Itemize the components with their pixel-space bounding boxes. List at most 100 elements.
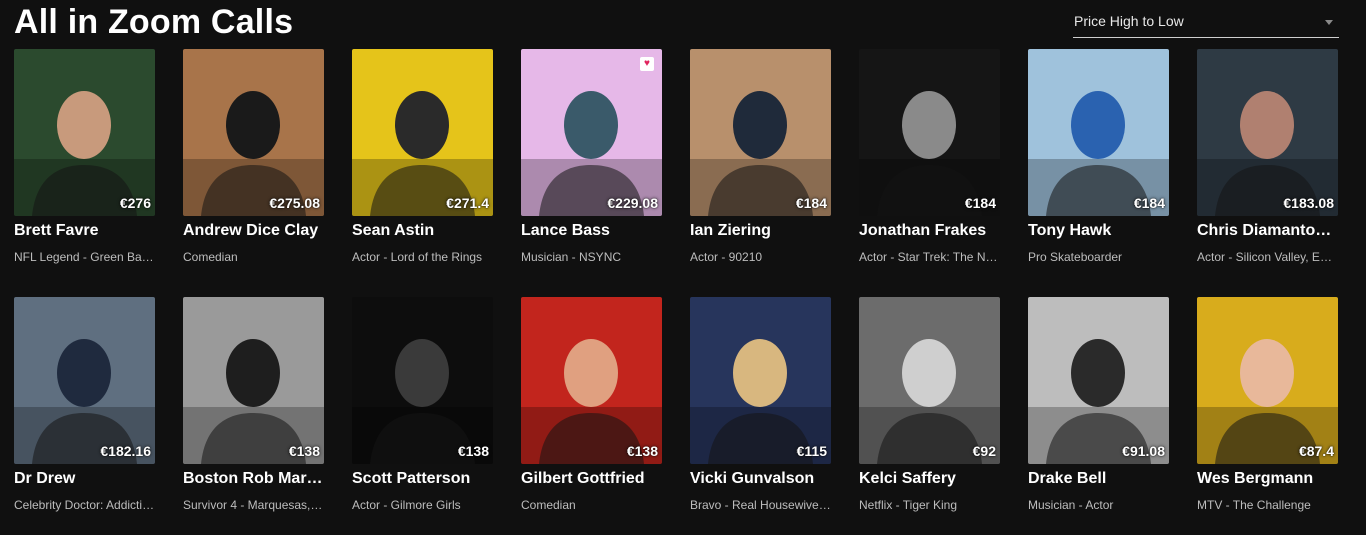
talent-card[interactable]: €183.08 Chris Diamantopoulos Actor - Silic…	[1197, 49, 1338, 283]
talent-description: Comedian	[183, 250, 238, 264]
talent-card[interactable]: €184 Tony Hawk Pro Skateboarder	[1028, 49, 1169, 283]
price-label: €138	[288, 443, 320, 459]
price-label: €184	[964, 195, 996, 211]
talent-name[interactable]: Scott Patterson	[352, 469, 493, 489]
talent-description: Musician - NSYNC	[521, 250, 622, 264]
talent-description: Actor - Gilmore Girls	[352, 498, 461, 512]
price-label: €115	[796, 443, 827, 459]
portrait-image	[14, 49, 155, 216]
portrait-image	[521, 297, 662, 464]
portrait-image	[521, 49, 662, 216]
portrait-image	[690, 49, 831, 216]
portrait-image	[352, 297, 493, 464]
talent-name[interactable]: Kelci Saffery	[859, 469, 1000, 489]
price-label: €138	[626, 443, 658, 459]
talent-photo[interactable]: €182.16	[14, 297, 155, 464]
portrait-image	[859, 297, 1000, 464]
talent-photo[interactable]: €184	[690, 49, 831, 216]
talent-grid: €276 Brett Favre NFL Legend - Green Bay Pa…	[14, 49, 1340, 531]
price-label: €182.16	[100, 443, 151, 459]
talent-photo[interactable]: ♥ €229.08	[521, 49, 662, 216]
talent-card[interactable]: ♥ €229.08 Lance Bass Musician - NSYNC	[521, 49, 662, 283]
talent-photo[interactable]: €92	[859, 297, 1000, 464]
talent-card[interactable]: €138 Gilbert Gottfried Comedian	[521, 297, 662, 531]
talent-description: Actor - Lord of the Rings	[352, 250, 483, 264]
talent-description: Actor - Star Trek: The Next Generation	[859, 250, 1000, 264]
portrait-image	[1197, 297, 1338, 464]
talent-name[interactable]: Jonathan Frakes	[859, 221, 1000, 241]
talent-name[interactable]: Drake Bell	[1028, 469, 1169, 489]
talent-name[interactable]: Dr Drew	[14, 469, 155, 489]
price-label: €229.08	[607, 195, 658, 211]
talent-card[interactable]: €271.4 Sean Astin Actor - Lord of the Ring…	[352, 49, 493, 283]
price-label: €184	[1133, 195, 1165, 211]
portrait-image	[183, 297, 324, 464]
talent-photo[interactable]: €275.08	[183, 49, 324, 216]
talent-photo[interactable]: €115	[690, 297, 831, 464]
portrait-image	[183, 49, 324, 216]
talent-name[interactable]: Wes Bergmann	[1197, 469, 1338, 489]
price-label: €92	[972, 443, 996, 459]
talent-card[interactable]: €87.4 Wes Bergmann MTV - The Challenge	[1197, 297, 1338, 531]
talent-name[interactable]: Ian Ziering	[690, 221, 831, 241]
price-label: €91.08	[1122, 443, 1165, 459]
talent-photo[interactable]: €138	[183, 297, 324, 464]
talent-card[interactable]: €184 Jonathan Frakes Actor - Star Trek: Th…	[859, 49, 1000, 283]
talent-name[interactable]: Vicki Gunvalson	[690, 469, 831, 489]
talent-photo[interactable]: €184	[859, 49, 1000, 216]
talent-card[interactable]: €91.08 Drake Bell Musician - Actor	[1028, 297, 1169, 531]
talent-photo[interactable]: €138	[352, 297, 493, 464]
talent-name[interactable]: Tony Hawk	[1028, 221, 1169, 241]
talent-card[interactable]: €138 Scott Patterson Actor - Gilmore Girls	[352, 297, 493, 531]
portrait-image	[690, 297, 831, 464]
talent-card[interactable]: €115 Vicki Gunvalson Bravo - Real Housewiv…	[690, 297, 831, 531]
page: All in Zoom Calls Price High to Low €276…	[0, 0, 1366, 535]
heart-icon[interactable]: ♥	[640, 57, 654, 71]
talent-description: NFL Legend - Green Bay Packers	[14, 250, 155, 264]
talent-description: Actor - 90210	[690, 250, 763, 264]
talent-name[interactable]: Sean Astin	[352, 221, 493, 241]
page-title: All in Zoom Calls	[14, 3, 294, 41]
talent-card[interactable]: €276 Brett Favre NFL Legend - Green Bay Pa…	[14, 49, 155, 283]
portrait-image	[859, 49, 1000, 216]
portrait-image	[14, 297, 155, 464]
talent-card[interactable]: €184 Ian Ziering Actor - 90210	[690, 49, 831, 283]
talent-description: MTV - The Challenge	[1197, 498, 1311, 512]
talent-photo[interactable]: €183.08	[1197, 49, 1338, 216]
price-label: €276	[119, 195, 151, 211]
sort-select[interactable]: Price High to Low	[1073, 8, 1339, 38]
talent-name[interactable]: Gilbert Gottfried	[521, 469, 662, 489]
portrait-image	[1028, 297, 1169, 464]
talent-photo[interactable]: €138	[521, 297, 662, 464]
talent-name[interactable]: Lance Bass	[521, 221, 662, 241]
talent-name[interactable]: Chris Diamantopoulos	[1197, 221, 1338, 241]
talent-name[interactable]: Andrew Dice Clay	[183, 221, 324, 241]
talent-description: Actor - Silicon Valley, Episodes	[1197, 250, 1338, 264]
talent-description: Survivor 4 - Marquesas, Survivor All-Sta…	[183, 498, 324, 512]
portrait-image	[352, 49, 493, 216]
price-label: €87.4	[1298, 443, 1334, 459]
talent-photo[interactable]: €91.08	[1028, 297, 1169, 464]
talent-description: Netflix - Tiger King	[859, 498, 958, 512]
talent-name[interactable]: Boston Rob Mariano	[183, 469, 324, 489]
talent-description: Celebrity Doctor: Addiction Medicine	[14, 498, 155, 512]
price-label: €138	[457, 443, 489, 459]
price-label: €275.08	[269, 195, 320, 211]
portrait-image	[1197, 49, 1338, 216]
talent-photo[interactable]: €271.4	[352, 49, 493, 216]
talent-card[interactable]: €92 Kelci Saffery Netflix - Tiger King	[859, 297, 1000, 531]
talent-description: Comedian	[521, 498, 576, 512]
talent-description: Bravo - Real Housewives of Orange County	[690, 498, 831, 512]
talent-name[interactable]: Brett Favre	[14, 221, 155, 241]
portrait-image	[1028, 49, 1169, 216]
talent-photo[interactable]: €276	[14, 49, 155, 216]
talent-description: Musician - Actor	[1028, 498, 1114, 512]
talent-card[interactable]: €275.08 Andrew Dice Clay Comedian	[183, 49, 324, 283]
price-label: €183.08	[1283, 195, 1334, 211]
talent-card[interactable]: €138 Boston Rob Mariano Survivor 4 - Marqu…	[183, 297, 324, 531]
talent-photo[interactable]: €87.4	[1197, 297, 1338, 464]
talent-card[interactable]: €182.16 Dr Drew Celebrity Doctor: Addictio…	[14, 297, 155, 531]
talent-photo[interactable]: €184	[1028, 49, 1169, 216]
sort-label: Price High to Low	[1074, 13, 1184, 29]
talent-description: Pro Skateboarder	[1028, 250, 1123, 264]
